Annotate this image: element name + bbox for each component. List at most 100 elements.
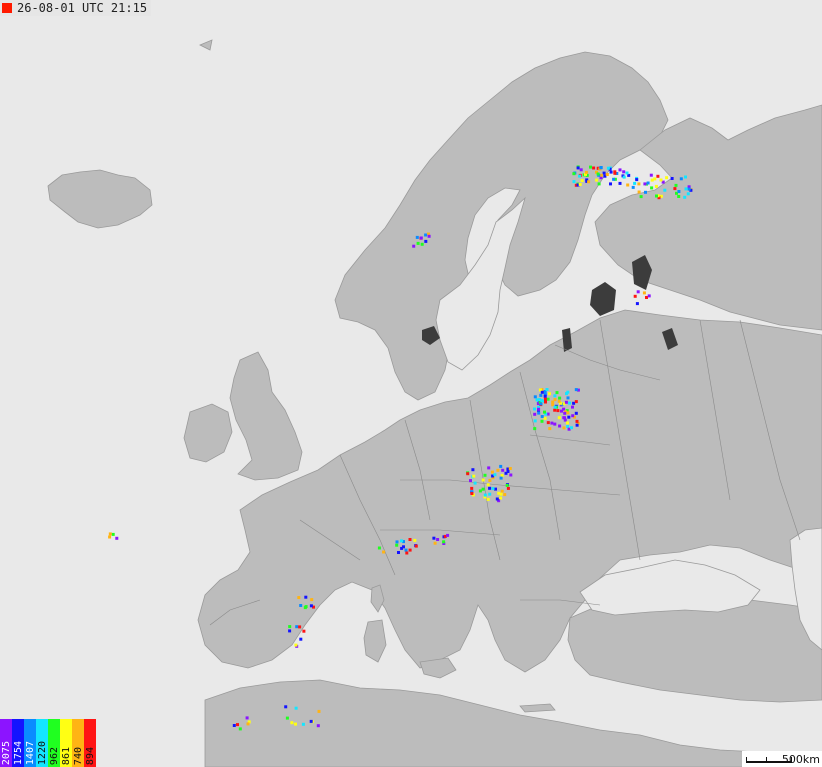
scale-tick-mid: [766, 757, 767, 763]
strike-marker: [636, 290, 640, 294]
strike-marker: [537, 411, 541, 415]
strike-marker: [284, 705, 288, 709]
strike-marker: [650, 186, 654, 190]
strike-marker: [602, 171, 606, 175]
europe-map[interactable]: [0, 0, 822, 767]
strike-marker: [301, 722, 305, 726]
strike-marker: [576, 166, 580, 170]
strike-marker: [533, 395, 537, 399]
strike-marker: [478, 489, 482, 493]
strike-marker: [635, 178, 639, 182]
strike-marker: [108, 532, 112, 536]
strike-marker: [433, 541, 437, 545]
strike-marker: [309, 604, 313, 608]
strike-marker: [419, 236, 423, 240]
strike-marker: [637, 190, 641, 194]
strike-marker: [684, 187, 688, 191]
strike-marker: [483, 493, 487, 497]
strike-marker: [533, 407, 536, 411]
strike-marker: [644, 190, 647, 194]
strike-marker: [647, 294, 651, 298]
legend-label: 1754: [13, 740, 24, 765]
strike-marker: [294, 706, 298, 710]
strike-marker: [568, 401, 572, 405]
strike-marker: [567, 415, 571, 419]
strike-marker: [558, 424, 562, 428]
strike-marker: [108, 535, 112, 539]
strike-marker: [635, 302, 639, 306]
strike-marker: [446, 533, 450, 537]
strike-marker: [566, 421, 569, 425]
strike-marker: [584, 170, 588, 174]
strike-marker: [665, 176, 669, 180]
strike-marker: [606, 166, 610, 170]
strike-marker: [639, 195, 643, 199]
strike-marker: [481, 487, 485, 491]
strike-marker: [677, 195, 681, 198]
strike-marker: [501, 468, 505, 472]
strike-marker: [622, 170, 626, 174]
strike-marker: [595, 178, 599, 182]
strike-marker: [555, 391, 559, 395]
strike-marker: [309, 719, 313, 723]
strike-marker: [543, 397, 547, 401]
legend-label: 962: [49, 746, 60, 765]
strike-marker: [416, 241, 420, 245]
scale-tick-start: [746, 757, 747, 763]
strike-marker: [424, 239, 428, 243]
strike-marker: [295, 625, 299, 629]
strike-marker: [633, 181, 637, 185]
strike-marker: [673, 187, 677, 191]
legend-cell-3: 1220: [36, 719, 48, 767]
strike-marker: [304, 595, 308, 599]
strike-marker: [539, 402, 543, 406]
strike-marker: [626, 183, 630, 187]
strike-marker: [466, 472, 470, 476]
strike-marker: [402, 545, 405, 549]
strike-marker: [486, 497, 490, 501]
legend-label: 861: [61, 746, 72, 765]
strike-marker: [404, 548, 408, 552]
strike-marker: [304, 605, 308, 609]
strike-marker: [655, 194, 658, 198]
strike-marker: [232, 724, 236, 727]
strike-marker: [609, 170, 613, 174]
legend-cell-5: 861: [60, 719, 72, 767]
strike-marker: [506, 486, 510, 490]
strike-marker: [442, 540, 446, 544]
strike-marker: [316, 724, 320, 728]
strike-marker: [488, 486, 492, 490]
strike-marker: [653, 177, 657, 181]
strike-marker: [500, 489, 504, 493]
strike-marker: [294, 643, 298, 647]
strike-marker: [238, 727, 242, 731]
legend-label: 1220: [37, 740, 48, 765]
strike-marker: [592, 166, 596, 170]
strike-marker: [684, 175, 687, 179]
strike-marker: [533, 419, 537, 423]
strike-marker: [618, 181, 622, 185]
strike-marker: [645, 296, 648, 299]
strike-marker: [395, 540, 399, 544]
legend-label: 2075: [1, 740, 12, 765]
strike-marker: [556, 409, 560, 413]
strike-marker: [580, 179, 584, 183]
strike-marker: [540, 415, 544, 418]
strike-marker: [550, 421, 554, 425]
strike-marker: [497, 491, 501, 495]
legend-cell-1: 1754: [12, 719, 24, 767]
strike-marker: [637, 182, 641, 186]
strike-marker: [491, 487, 495, 491]
strike-marker: [686, 192, 690, 196]
strike-marker: [574, 400, 578, 404]
strike-marker: [470, 492, 474, 495]
strike-marker: [469, 479, 472, 483]
strike-marker: [298, 625, 302, 629]
strike-marker: [613, 171, 617, 175]
strike-marker: [382, 550, 386, 554]
strike-marker: [571, 405, 574, 409]
strike-marker: [245, 716, 249, 720]
strike-marker: [111, 532, 115, 536]
strike-marker: [297, 596, 301, 600]
strike-marker: [405, 551, 409, 555]
